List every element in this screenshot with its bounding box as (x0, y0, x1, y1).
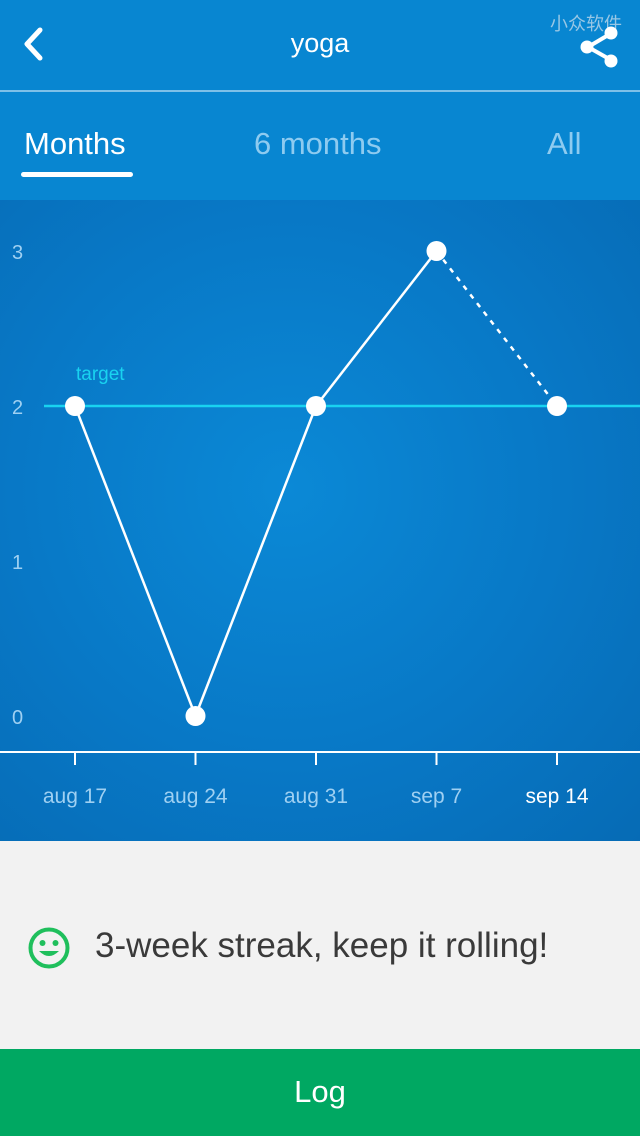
data-point (547, 396, 567, 416)
top-app-bar: yoga 小众软件 (0, 0, 640, 92)
x-tick-label: sep 7 (411, 785, 462, 808)
x-tick-label: sep 14 (525, 785, 588, 808)
y-tick-label: 2 (12, 397, 23, 419)
line-chart: 0 1 2 3 target aug 17 aug 24 aug 31 sep 7 sep 14 (0, 200, 640, 841)
series-segment (73, 405, 197, 717)
x-tick-label: aug 31 (284, 785, 348, 808)
data-point (185, 706, 206, 726)
chart-svg: 0 1 2 3 target aug 17 aug 24 aug 31 sep 7 sep 14 (0, 241, 640, 808)
data-point (426, 241, 447, 261)
log-button[interactable]: Log (0, 1049, 640, 1136)
y-tick-label: 0 (12, 707, 23, 729)
data-point (65, 396, 85, 416)
tab-all[interactable]: All (547, 126, 581, 162)
data-point (306, 396, 326, 416)
series-segment (315, 250, 438, 407)
page-title: yoga (290, 28, 350, 58)
range-tabs: Months 6 months All (0, 92, 640, 200)
series-segment-dashed (435, 250, 558, 407)
tab-months[interactable]: Months (24, 126, 126, 162)
y-tick-label: 3 (12, 242, 23, 264)
target-label: target (76, 364, 125, 385)
x-tick-label: aug 24 (163, 785, 228, 808)
share-icon (580, 26, 618, 68)
streak-message: 3-week streak, keep it rolling! (95, 926, 549, 965)
smiley-icon (28, 927, 70, 969)
y-tick-label: 1 (12, 552, 23, 574)
active-tab-indicator (21, 172, 133, 177)
tab-6-months[interactable]: 6 months (254, 126, 382, 162)
series-segment (194, 405, 318, 717)
share-button[interactable] (578, 24, 624, 70)
x-tick-label: aug 17 (43, 785, 107, 808)
